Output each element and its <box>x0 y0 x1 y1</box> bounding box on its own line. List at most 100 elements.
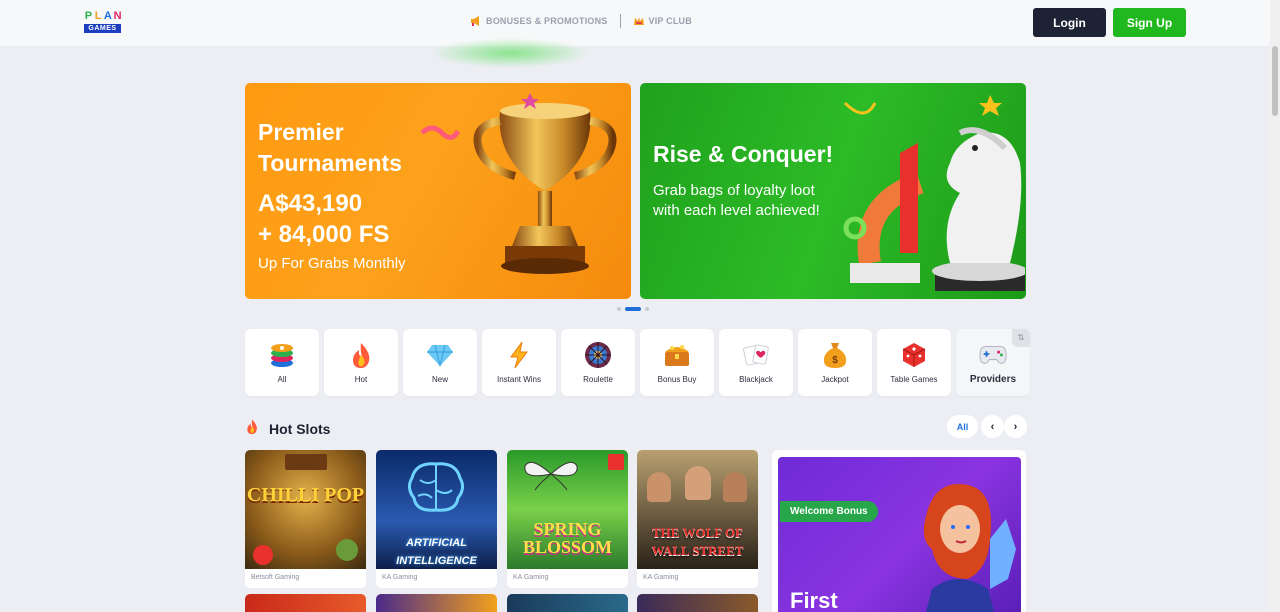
banner-prize: A$43,190 + 84,000 FS <box>258 188 389 250</box>
carousel-dot-active[interactable] <box>625 307 641 311</box>
carousel-dot[interactable] <box>617 307 621 311</box>
category-label: Table Games <box>890 375 938 384</box>
welcome-bonus-card[interactable]: Welcome Bonus First <box>772 450 1026 612</box>
logo-subtitle: GAMES <box>84 24 121 33</box>
signup-button[interactable]: Sign Up <box>1113 8 1186 37</box>
nav-bonuses-promotions[interactable]: BONUSES & PROMOTIONS <box>470 15 608 27</box>
pepper-icon <box>253 545 273 565</box>
category-label: Jackpot <box>821 375 849 384</box>
svg-text:$: $ <box>832 355 838 366</box>
category-label: Blackjack <box>739 375 773 384</box>
chevron-right-icon: › <box>1013 420 1018 433</box>
main-nav: BONUSES & PROMOTIONS VIP CLUB <box>470 14 692 28</box>
trophy-illustration <box>473 93 617 274</box>
page-scrollbar[interactable] <box>1270 0 1280 612</box>
category-label: Instant Wins <box>496 375 541 384</box>
character-figure <box>647 472 671 502</box>
game-provider: KA Gaming <box>513 574 549 581</box>
money-bag-icon: $ <box>821 341 849 369</box>
game-thumbnail: THE WOLF OF WALL STREET <box>637 450 758 569</box>
game-tile-partial[interactable] <box>637 594 758 612</box>
game-tile-chilli-pop[interactable]: CHILLI POP Betsoft Gaming <box>245 450 366 588</box>
banner-title-line: Tournaments <box>258 150 402 176</box>
game-tile-partial[interactable] <box>507 594 628 612</box>
login-button[interactable]: Login <box>1033 8 1106 37</box>
chess-knight-illustration <box>843 95 1025 291</box>
game-title: SPRING BLOSSOM <box>522 519 613 557</box>
banner-title: Rise & Conquer! <box>653 141 834 167</box>
game-title: ARTIFICIAL INTELLIGENCE <box>396 537 477 567</box>
promo-banner: Welcome Bonus First <box>778 457 1021 612</box>
carousel-dots <box>617 307 649 311</box>
diamond-icon <box>426 341 454 369</box>
next-arrow-button[interactable]: › <box>1004 415 1027 438</box>
megaphone-icon <box>470 15 482 27</box>
providers-toggle-icon[interactable]: ⇅ <box>1012 329 1030 347</box>
game-title: THE WOLF OF WALL STREET <box>651 525 744 558</box>
header-glow <box>430 38 590 68</box>
cactus-icon <box>336 539 358 561</box>
game-provider: KA Gaming <box>643 574 679 581</box>
scrollbar-thumb[interactable] <box>1272 46 1278 116</box>
prev-arrow-button[interactable]: ‹ <box>981 415 1004 438</box>
category-all[interactable]: All <box>245 329 319 396</box>
heroine-illustration <box>923 484 1016 612</box>
category-label: Roulette <box>583 375 613 384</box>
category-roulette[interactable]: Roulette <box>561 329 635 396</box>
logo-letter: P <box>84 10 93 22</box>
category-instant-wins[interactable]: Instant Wins <box>482 329 556 396</box>
ka-badge-icon <box>608 454 624 470</box>
character-figure <box>723 472 747 502</box>
game-thumbnail: ARTIFICIAL INTELLIGENCE <box>376 450 497 569</box>
game-title: CHILLI POP <box>246 484 365 506</box>
game-tile-partial[interactable] <box>245 594 366 612</box>
game-provider: KA Gaming <box>382 574 418 581</box>
category-jackpot[interactable]: $ Jackpot <box>798 329 872 396</box>
game-sign <box>285 454 327 470</box>
game-tile-artificial-intelligence[interactable]: ARTIFICIAL INTELLIGENCE KA Gaming <box>376 450 497 588</box>
category-label: Bonus Buy <box>657 375 697 384</box>
nav-label: BONUSES & PROMOTIONS <box>486 16 608 26</box>
category-new[interactable]: New <box>403 329 477 396</box>
category-blackjack[interactable]: Blackjack <box>719 329 793 396</box>
game-thumbnail: SPRING BLOSSOM <box>507 450 628 569</box>
category-table-games[interactable]: Table Games <box>877 329 951 396</box>
section-title: Hot Slots <box>269 421 331 437</box>
chips-icon <box>268 341 296 369</box>
butterfly-icon <box>524 461 578 491</box>
category-hot[interactable]: Hot <box>324 329 398 396</box>
site-logo[interactable]: P L A N GAMES <box>84 9 122 38</box>
chevron-left-icon: ‹ <box>990 420 995 433</box>
game-thumbnail: CHILLI POP <box>245 450 366 569</box>
tournaments-banner[interactable]: Premier Tournaments A$43,190 + 84,000 FS… <box>245 83 631 299</box>
banner-title: Premier Tournaments <box>258 117 402 179</box>
banner-subtitle: Up For Grabs Monthly <box>258 255 406 272</box>
brain-icon <box>407 462 465 512</box>
nav-vip-club[interactable]: VIP CLUB <box>633 15 692 27</box>
carousel-dot[interactable] <box>645 307 649 311</box>
gamepad-icon <box>979 340 1007 368</box>
logo-letter: N <box>113 10 122 22</box>
category-label: Hot <box>354 375 368 384</box>
category-providers[interactable]: ⇅ Providers <box>956 329 1030 396</box>
category-bar: All Hot New Instant Wins Roulette Bonus … <box>245 329 1030 396</box>
game-tile-spring-blossom[interactable]: SPRING BLOSSOM KA Gaming <box>507 450 628 588</box>
category-label: All <box>277 375 287 384</box>
nav-label: VIP CLUB <box>648 16 692 26</box>
top-header: P L A N GAMES BONUSES & PROMOTIONS VIP C… <box>0 0 1270 46</box>
roulette-icon <box>584 341 612 369</box>
game-tile-partial[interactable] <box>376 594 497 612</box>
character-figure <box>685 466 711 500</box>
crown-icon <box>633 15 645 27</box>
flame-icon <box>245 418 259 440</box>
view-all-button[interactable]: All <box>947 415 978 438</box>
promo-headline: First <box>790 588 838 612</box>
game-tile-wolf-of-wall-street[interactable]: THE WOLF OF WALL STREET KA Gaming <box>637 450 758 588</box>
confetti-icon <box>420 125 460 140</box>
loyalty-banner[interactable]: Rise & Conquer! Grab bags of loyalty loo… <box>640 83 1026 299</box>
game-provider: Betsoft Gaming <box>251 574 300 581</box>
category-bonus-buy[interactable]: Bonus Buy <box>640 329 714 396</box>
logo-letter: A <box>103 10 112 22</box>
banner-subtitle: Grab bags of loyalty loot with each leve… <box>653 182 820 219</box>
nav-divider <box>619 14 621 28</box>
